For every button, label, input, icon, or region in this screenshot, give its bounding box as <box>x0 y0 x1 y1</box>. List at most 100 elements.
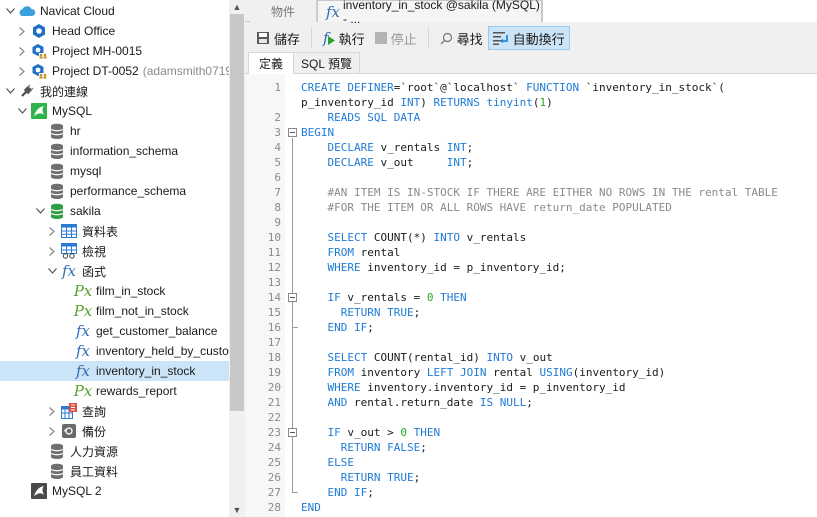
chevron-down-icon[interactable] <box>34 201 46 221</box>
code-line[interactable]: FROM rental <box>301 245 401 260</box>
code-line[interactable]: RETURN TRUE; <box>301 470 420 485</box>
tree-node[interactable]: MySQL 2 <box>0 481 229 501</box>
tree-node[interactable]: Px film_in_stock <box>0 281 229 301</box>
chevron-down-icon[interactable] <box>4 81 16 101</box>
scroll-up-arrow-icon[interactable]: ▲ <box>229 0 245 14</box>
sql-keyword: INT <box>446 141 467 154</box>
code-line[interactable]: WHERE inventory_id = p_inventory_id; <box>301 260 566 275</box>
tree-node-label: sakila <box>70 204 101 218</box>
sql-keyword: USING <box>539 366 573 379</box>
tree-node[interactable]: fx 函式 <box>0 261 229 281</box>
scrollbar-thumb[interactable] <box>230 14 244 411</box>
tab-objects[interactable]: 物件 <box>250 0 317 22</box>
code-line[interactable]: #FOR THE ITEM OR ALL ROWS HAVE return_da… <box>301 200 672 215</box>
code-line[interactable]: AND rental.return_date IS NULL; <box>301 395 533 410</box>
tab-bar-empty-area <box>542 0 817 22</box>
tree-node[interactable]: 檢視 <box>0 241 229 261</box>
tree-node-label: 人力資源 <box>70 444 119 459</box>
fold-toggle-icon[interactable] <box>288 293 297 302</box>
chevron-down-icon[interactable] <box>46 261 58 281</box>
code-line[interactable]: DECLARE v_rentals INT; <box>301 140 474 155</box>
save-button[interactable]: 儲存 <box>251 26 305 50</box>
chevron-right-icon[interactable] <box>16 21 28 41</box>
fold-toggle-icon[interactable] <box>288 128 297 137</box>
fold-toggle-icon[interactable] <box>288 428 297 437</box>
tree-node[interactable]: Project MH-0015 <box>0 41 229 61</box>
tree-node[interactable]: hr <box>0 121 229 141</box>
sql-keyword: RETURNS <box>433 96 480 109</box>
tab-sql-preview[interactable]: SQL 預覽 <box>294 52 360 74</box>
chevron-right-icon[interactable] <box>46 401 58 421</box>
tree-node[interactable]: fx inventory_in_stock <box>0 361 229 381</box>
tab-definition-label: 定義 <box>258 57 283 71</box>
code-line[interactable]: FROM inventory LEFT JOIN rental USING(in… <box>301 365 666 380</box>
code-line[interactable]: #AN ITEM IS IN-STOCK IF THERE ARE EITHER… <box>301 185 778 200</box>
word-wrap-toggle[interactable]: 自動換行 <box>487 26 570 50</box>
chevron-down-icon[interactable] <box>4 1 16 21</box>
code-line[interactable]: END IF; <box>301 320 374 335</box>
sql-keyword: END <box>301 501 321 514</box>
tree-node[interactable]: 員工資料 <box>0 461 229 481</box>
code-line[interactable]: RETURN FALSE; <box>301 440 427 455</box>
line-number: 12 <box>267 261 281 274</box>
code-line[interactable]: BEGIN <box>301 125 334 140</box>
tree-node[interactable]: mysql <box>0 161 229 181</box>
chevron-right-icon[interactable] <box>46 221 58 241</box>
chevron-down-icon[interactable] <box>16 101 28 121</box>
tab-definition[interactable]: 定義 <box>248 52 294 75</box>
chevron-right-icon[interactable] <box>46 421 58 441</box>
tree-node[interactable]: 備份 <box>0 421 229 441</box>
run-button[interactable]: f 執行 <box>318 26 370 50</box>
chevron-right-icon[interactable] <box>46 241 58 261</box>
tree-node[interactable]: fx get_customer_balance <box>0 321 229 341</box>
sidebar-scrollbar[interactable]: ▲ ▼ <box>229 0 245 517</box>
code-line[interactable]: IF v_rentals = 0 THEN <box>301 290 467 305</box>
sql-keyword: INT <box>400 96 421 109</box>
tree-node[interactable]: 人力資源 <box>0 441 229 461</box>
code-line[interactable]: IF v_out > 0 THEN <box>301 425 441 440</box>
chevron-right-icon[interactable] <box>16 61 28 81</box>
tree-node[interactable]: 資料表 <box>0 221 229 241</box>
sql-keyword: SELECT <box>327 231 368 244</box>
code-line[interactable]: SELECT COUNT(rental_id) INTO v_out <box>301 350 553 365</box>
tree-node[interactable]: Px rewards_report <box>0 381 229 401</box>
find-button[interactable]: 尋找 <box>435 26 488 50</box>
tree-node[interactable]: 查詢 <box>0 401 229 421</box>
stop-button[interactable]: 停止 <box>370 26 422 50</box>
line-number: 26 <box>267 471 281 484</box>
tree-node[interactable]: sakila <box>0 201 229 221</box>
tree-node[interactable]: Head Office <box>0 21 229 41</box>
code-line[interactable]: SELECT COUNT(*) INTO v_rentals <box>301 230 527 245</box>
tab-function-editor[interactable]: fx inventory_in_stock @sakila (MySQL) - … <box>317 0 542 26</box>
code-line[interactable]: READS SQL DATA <box>301 110 421 125</box>
code-editor[interactable]: 1 2 3 4 5 6 7 8 9 10 11 12 13 14 15 16 17 18 19 20 21 22 23 24 2… <box>245 74 817 517</box>
code-line[interactable]: END IF; <box>301 485 374 500</box>
tree-node[interactable]: Project DT-0052 (adamsmith0719 <box>0 61 232 81</box>
tree-node[interactable]: 我的連線 <box>0 81 229 101</box>
tree-node[interactable]: MySQL <box>0 101 229 121</box>
tree-node[interactable]: fx inventory_held_by_customer <box>0 341 245 361</box>
code-line[interactable]: CREATE DEFINER=`root`@`localhost` FUNCTI… <box>301 80 725 95</box>
code-line[interactable]: ELSE <box>301 455 355 470</box>
function-icon: fx <box>75 362 90 380</box>
code-line[interactable]: WHERE inventory.inventory_id = p_invento… <box>301 380 626 395</box>
word-wrap-icon <box>492 31 509 45</box>
code-line[interactable]: RETURN TRUE; <box>301 305 420 320</box>
scroll-down-arrow-icon[interactable]: ▼ <box>229 503 245 517</box>
code-line[interactable]: DECLARE v_out INT; <box>301 155 474 170</box>
chevron-right-icon[interactable] <box>16 41 28 61</box>
tree-node[interactable]: performance_schema <box>0 181 229 201</box>
tree-node[interactable]: Navicat Cloud <box>0 1 229 21</box>
code-line[interactable]: END <box>301 500 321 515</box>
code-line[interactable]: p_inventory_id INT) RETURNS tinyint(1) <box>301 95 553 110</box>
tree-node[interactable]: Px film_not_in_stock <box>0 301 229 321</box>
sql-text: p_inventory_id <box>301 96 401 109</box>
sql-text: ; <box>526 396 533 409</box>
line-number: 5 <box>274 156 281 169</box>
tree-node[interactable]: information_schema <box>0 141 229 161</box>
